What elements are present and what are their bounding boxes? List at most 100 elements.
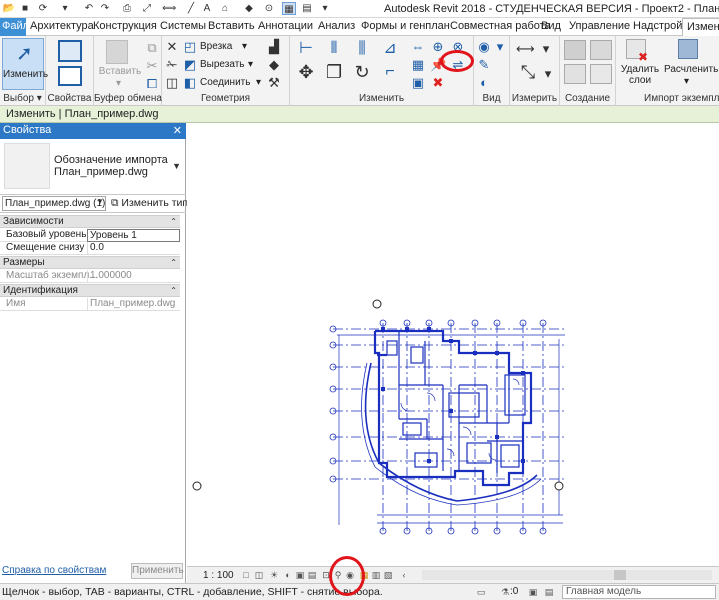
shadows-icon[interactable]: ◐ — [283, 570, 293, 580]
view-scale[interactable]: 1 : 100 — [203, 570, 234, 581]
cut-icon[interactable]: ✂ — [144, 58, 160, 74]
explode-icon[interactable] — [678, 39, 698, 59]
delete-layers-button[interactable]: Удалить слои — [618, 64, 662, 86]
prop-base-offset-value[interactable]: 0.0 — [87, 242, 180, 255]
dimension-dropdown-icon[interactable]: ▾ — [540, 66, 556, 82]
join-label[interactable]: Соединить — [200, 77, 250, 88]
wall-joins-icon[interactable]: ▟ — [266, 39, 282, 55]
tag-icon[interactable]: ╱ — [184, 2, 198, 15]
horizontal-scrollbar[interactable] — [422, 570, 712, 580]
create-assembly-icon[interactable] — [564, 40, 586, 60]
open-icon[interactable]: 📂 — [2, 2, 16, 15]
create-parts-icon[interactable] — [590, 40, 612, 60]
print-icon[interactable]: ⎙ — [120, 2, 134, 15]
prop-base-level-value[interactable]: Уровень 1 — [87, 229, 180, 242]
split-face-icon[interactable]: ◫ — [164, 75, 180, 91]
switch-windows-icon[interactable]: ▤ — [300, 2, 314, 15]
split-element-icon[interactable]: ⇔ — [410, 39, 426, 55]
tab-insert[interactable]: Вставить — [208, 20, 255, 32]
scrollbar-thumb[interactable] — [614, 570, 626, 580]
show-crop-icon[interactable]: ▤ — [307, 570, 317, 580]
worksets-icon[interactable]: ▭ — [476, 587, 486, 597]
copy-element-icon[interactable]: ❐ — [326, 63, 342, 81]
join-dropdown-icon[interactable]: ▾ — [256, 77, 261, 88]
close-hidden-icon[interactable]: ▦ — [282, 2, 296, 15]
aligned-dimension-icon[interactable]: ⟺ — [162, 2, 176, 15]
uncut-geometry-icon[interactable]: ◩ — [182, 57, 198, 73]
analytical-model-icon[interactable]: ▥ — [371, 570, 381, 580]
rotate-icon[interactable]: ↻ — [354, 63, 370, 81]
cope-dropdown-icon[interactable]: ▾ — [248, 59, 253, 70]
instance-dropdown-icon[interactable]: ▼ — [96, 197, 104, 206]
move-icon[interactable]: ✥ — [298, 63, 314, 81]
paste-dropdown-icon[interactable]: ▾ — [116, 78, 121, 89]
cope-tool-icon[interactable]: ✁ — [164, 57, 180, 73]
copy-icon[interactable]: ⧉ — [144, 40, 160, 56]
mirror-draw-icon[interactable]: ⊿ — [382, 41, 398, 57]
visual-style-icon[interactable]: ◫ — [254, 570, 264, 580]
filter-icon[interactable]: ⚗ — [500, 587, 510, 597]
tab-modify[interactable]: Изменить — [682, 18, 719, 37]
explode-dropdown-icon[interactable]: ▾ — [684, 76, 689, 87]
redo-icon[interactable]: ↷ — [98, 2, 112, 15]
trim-icon[interactable]: ⌐ — [382, 64, 398, 80]
tab-systems[interactable]: Системы — [160, 20, 206, 32]
tab-structure[interactable]: Конструкция — [93, 20, 157, 32]
cut-geometry-icon[interactable]: ◰ — [182, 39, 198, 55]
tab-view[interactable]: Вид — [541, 20, 561, 32]
tab-manage[interactable]: Управление — [569, 20, 630, 32]
section-identity[interactable]: Идентификация ⌃ — [0, 284, 180, 297]
measure-qat-icon[interactable]: ⤢ — [140, 2, 154, 15]
undo-icon[interactable]: ↶ — [82, 2, 96, 15]
tab-architecture[interactable]: Архитектура — [30, 20, 94, 32]
collapse-icon[interactable]: ⌃ — [170, 257, 177, 268]
3d-view-icon[interactable]: ⌂ — [218, 2, 232, 15]
hide-in-view-icon[interactable]: ◐ — [476, 75, 492, 91]
sync-dropdown-icon[interactable]: ▾ — [58, 2, 72, 15]
create-similar-icon[interactable] — [590, 64, 612, 84]
view-dropdown-icon[interactable]: ▾ — [492, 39, 508, 55]
select-underlay-icon[interactable]: ▤ — [544, 587, 554, 597]
tab-analyze[interactable]: Анализ — [318, 20, 355, 32]
override-graphics-icon[interactable]: ◉ — [476, 39, 492, 55]
save-icon[interactable]: ■ — [18, 2, 32, 15]
cope-label[interactable]: Вырезать — [200, 59, 244, 70]
highlight-displacement-icon[interactable]: ▧ — [383, 570, 393, 580]
explode-button[interactable]: Расчленить — [664, 64, 718, 75]
dimension-icon[interactable]: ⤡ — [520, 63, 536, 81]
customize-qat-icon[interactable]: ▾ — [318, 2, 332, 15]
align-icon[interactable]: ⊢ — [298, 41, 314, 57]
tab-collaborate[interactable]: Совместная работа — [450, 20, 551, 32]
collapse-icon[interactable]: ⌃ — [170, 216, 177, 227]
measure-between-icon[interactable]: ⟷ — [516, 41, 535, 57]
close-icon[interactable]: ✕ — [173, 124, 182, 137]
type-properties-icon[interactable] — [58, 40, 82, 62]
modify-button[interactable]: ➚ Изменить — [2, 38, 48, 90]
tab-file[interactable]: Файл — [0, 18, 29, 36]
delete-icon[interactable]: ✖ — [430, 75, 446, 91]
collapse-icon[interactable]: ⌃ — [170, 285, 177, 296]
tab-massing[interactable]: Формы и генплан — [361, 20, 450, 32]
mirror-axis-icon[interactable]: ⫼ — [354, 41, 370, 57]
cut-geometry-label[interactable]: Врезка — [200, 41, 232, 52]
section-icon[interactable]: ◆ — [242, 2, 256, 15]
array-icon[interactable]: ▦ — [410, 57, 426, 73]
select-links-icon[interactable]: ▣ — [528, 587, 538, 597]
design-option-field[interactable]: Главная модель — [562, 585, 716, 599]
tab-annotate[interactable]: Аннотации — [258, 20, 313, 32]
properties-palette-icon[interactable] — [58, 66, 82, 86]
section-constraints[interactable]: Зависимости ⌃ — [0, 215, 180, 228]
paste-button[interactable]: Вставить — [96, 66, 144, 77]
scale-icon[interactable]: ▣ — [410, 75, 426, 91]
type-selector[interactable]: Обозначение импорта План_пример.dwg ▼ — [0, 139, 186, 195]
sync-icon[interactable]: ⟳ — [36, 2, 50, 15]
match-type-icon[interactable]: ⧠ — [144, 76, 160, 92]
instance-filter[interactable]: План_пример.dwg (1) — [2, 196, 106, 211]
join-tool-icon[interactable]: ✕ — [164, 39, 180, 55]
paint-icon[interactable]: ◆ — [266, 57, 282, 73]
crop-view-icon[interactable]: ▣ — [295, 570, 305, 580]
scroll-left-icon[interactable]: ‹ — [399, 570, 409, 580]
linework-icon[interactable]: ✎ — [476, 57, 492, 73]
apply-button[interactable]: Применить — [131, 563, 184, 579]
detail-level-icon[interactable]: □ — [241, 570, 251, 580]
